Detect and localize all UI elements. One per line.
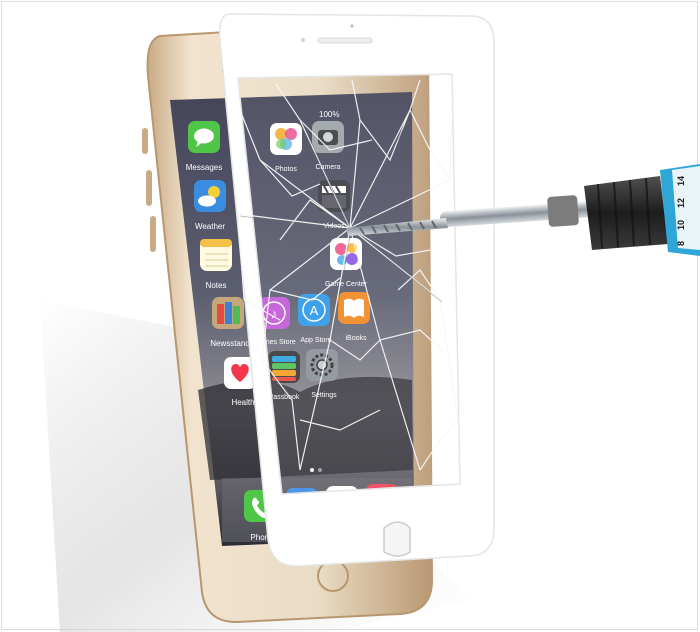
app-weather[interactable]: Weather [194, 180, 226, 231]
drill-scale-number: 12 [676, 198, 686, 208]
drill-scale-number: 14 [676, 176, 686, 186]
app-newsstand[interactable]: Newsstand [210, 297, 250, 348]
app-label: Weather [195, 222, 225, 231]
protector-camera-hole [350, 24, 354, 28]
scene-illustration: 100% Messages Weather Notes Newsstand He… [40, 13, 700, 632]
app-label: Health [231, 398, 254, 407]
protector-sensor-hole [301, 38, 305, 42]
protector-home-cutout [383, 521, 411, 557]
side-button [146, 170, 152, 206]
drill-chuck-ring [547, 195, 579, 227]
app-label: Messages [186, 163, 222, 172]
drill-scale-number: 8 [676, 241, 686, 246]
app-label: Notes [206, 281, 227, 290]
side-button [142, 128, 148, 154]
drill-scale-number: 10 [676, 220, 686, 230]
app-label: Newsstand [210, 339, 250, 348]
product-photo: 100% Messages Weather Notes Newsstand He… [0, 0, 700, 632]
app-messages[interactable]: Messages [186, 121, 222, 172]
protector-speaker-slot [317, 37, 373, 44]
drill-chuck [584, 176, 668, 250]
side-button [150, 216, 156, 252]
